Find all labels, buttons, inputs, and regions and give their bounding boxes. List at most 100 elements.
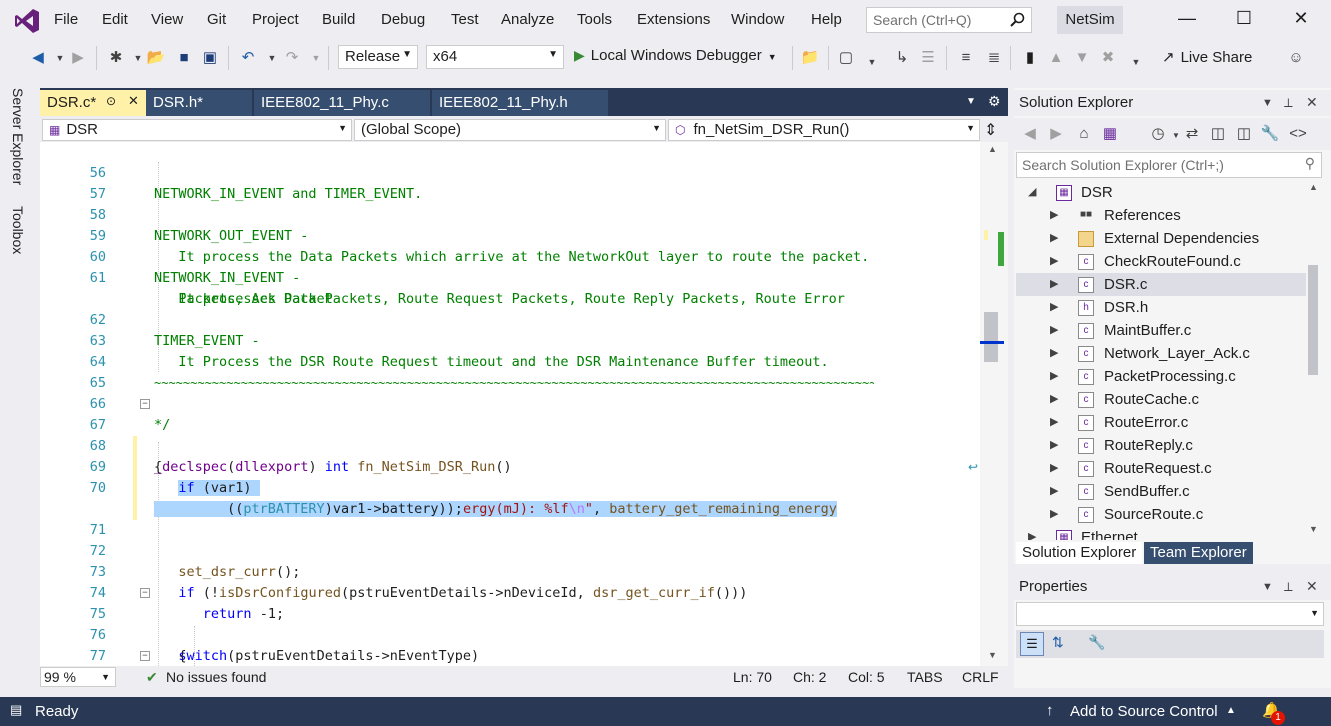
comment-lines-icon[interactable]: ≡ bbox=[956, 48, 976, 68]
save-icon[interactable]: ■ bbox=[174, 48, 194, 68]
menu-debug[interactable]: Debug bbox=[381, 11, 425, 28]
menu-file[interactable]: File bbox=[54, 11, 78, 28]
tab-dsr-h[interactable]: DSR.h* bbox=[146, 90, 252, 116]
back-icon[interactable]: ◀ bbox=[1020, 124, 1040, 144]
redo-icon[interactable]: ↷ bbox=[282, 48, 302, 68]
pin-icon[interactable]: ⟂ bbox=[1284, 579, 1293, 595]
tab-ieee-phy-c[interactable]: IEEE802_11_Phy.c bbox=[254, 90, 430, 116]
property-pages-icon[interactable]: 🔧 bbox=[1088, 634, 1105, 651]
uncomment-lines-icon[interactable]: ≣ bbox=[984, 48, 1004, 68]
chevron-right-icon[interactable]: ▶ bbox=[1050, 342, 1058, 365]
align-icon[interactable]: ☰ bbox=[918, 48, 938, 68]
menu-edit[interactable]: Edit bbox=[102, 11, 128, 28]
categorized-icon[interactable]: ☰ bbox=[1020, 632, 1044, 656]
forward-icon[interactable]: ▶ bbox=[1046, 124, 1066, 144]
tab-team-explorer[interactable]: Team Explorer bbox=[1144, 542, 1253, 564]
issues-status[interactable]: No issues found bbox=[166, 669, 266, 685]
solution-name-badge[interactable]: NetSim bbox=[1057, 6, 1123, 34]
alphabetical-icon[interactable]: ⇅ bbox=[1052, 634, 1064, 651]
chevron-right-icon[interactable]: ▶ bbox=[1050, 296, 1058, 319]
tree-item[interactable]: ▶ c RouteCache.c bbox=[1016, 388, 1306, 411]
close-icon[interactable]: ✕ bbox=[1306, 578, 1318, 595]
chevron-right-icon[interactable]: ▶ bbox=[1050, 503, 1058, 526]
toolbox-tab[interactable]: Toolbox bbox=[10, 206, 26, 254]
code-editor[interactable]: 56 NETWORK_IN_EVENT and TIMER_EVENT. 57 … bbox=[40, 142, 980, 666]
chevron-right-icon[interactable]: ▶ bbox=[1050, 319, 1058, 342]
toolbar-overflow-icon[interactable]: ▼ bbox=[1126, 52, 1146, 72]
menu-window[interactable]: Window bbox=[731, 11, 784, 28]
live-share-button[interactable]: ↗ Live Share bbox=[1162, 48, 1252, 66]
line-ending[interactable]: CRLF bbox=[962, 669, 999, 685]
collapse-icon[interactable]: − bbox=[140, 651, 150, 661]
scrollbar-thumb[interactable] bbox=[1308, 265, 1318, 375]
forward-icon[interactable]: ▶ bbox=[68, 48, 88, 68]
new-project-icon[interactable]: ✱ bbox=[106, 48, 126, 68]
configuration-dropdown[interactable]: Release ▼ bbox=[338, 45, 418, 69]
split-window-icon[interactable]: ⇕ bbox=[984, 120, 997, 140]
menu-tools[interactable]: Tools bbox=[577, 11, 612, 28]
member-dropdown[interactable]: ⬡ fn_NetSim_DSR_Run() ▼ bbox=[668, 119, 980, 141]
properties-object-dropdown[interactable]: ▼ bbox=[1016, 602, 1324, 626]
minimize-icon[interactable]: — bbox=[1172, 8, 1202, 32]
tree-item-project[interactable]: ▶ ▦ Ethernet bbox=[1016, 526, 1306, 540]
show-all-files-icon[interactable]: ◫ bbox=[1234, 124, 1254, 144]
panel-menu-icon[interactable]: ▼ bbox=[1262, 581, 1273, 593]
menu-git[interactable]: Git bbox=[207, 11, 226, 28]
expanded-icon[interactable]: ◢ bbox=[1028, 181, 1036, 204]
sync-icon[interactable]: ⇄ bbox=[1182, 124, 1202, 144]
tree-item-selected[interactable]: ▶ c DSR.c bbox=[1016, 273, 1306, 296]
indent-mode[interactable]: TABS bbox=[907, 669, 943, 685]
chevron-right-icon[interactable]: ▶ bbox=[1050, 457, 1058, 480]
tab-ieee-phy-h[interactable]: IEEE802_11_Phy.h bbox=[432, 90, 608, 116]
chevron-right-icon[interactable]: ▶ bbox=[1050, 227, 1058, 250]
collapse-all-icon[interactable]: ◫ bbox=[1208, 124, 1228, 144]
feedback-icon[interactable]: ☺ bbox=[1286, 48, 1306, 68]
home-icon[interactable]: ⌂ bbox=[1074, 124, 1094, 144]
tree-item[interactable]: ▶ External Dependencies bbox=[1016, 227, 1306, 250]
clear-bookmarks-icon[interactable]: ✖ bbox=[1098, 48, 1118, 68]
open-folder-icon[interactable]: 📂 bbox=[146, 48, 166, 68]
collapse-icon[interactable]: − bbox=[140, 399, 150, 409]
scroll-up-icon[interactable]: ▲ bbox=[1309, 182, 1318, 192]
tree-item[interactable]: ▶ ■■ References bbox=[1016, 204, 1306, 227]
tree-item[interactable]: ▶ h DSR.h bbox=[1016, 296, 1306, 319]
scroll-up-icon[interactable]: ▲ bbox=[988, 144, 997, 154]
undo-dropdown-icon[interactable]: ▼ bbox=[262, 48, 282, 68]
back-dropdown-icon[interactable]: ▼ bbox=[50, 48, 70, 68]
pin-icon[interactable]: ⟂ bbox=[1284, 95, 1293, 111]
chevron-right-icon[interactable]: ▶ bbox=[1050, 480, 1058, 503]
scrollbar-thumb[interactable] bbox=[984, 312, 998, 362]
save-all-icon[interactable]: ▣ bbox=[200, 48, 220, 68]
visual-studio-logo-icon[interactable] bbox=[14, 8, 40, 34]
chevron-right-icon[interactable]: ▶ bbox=[1050, 250, 1058, 273]
chevron-right-icon[interactable]: ▶ bbox=[1050, 411, 1058, 434]
chevron-right-icon[interactable]: ▶ bbox=[1050, 388, 1058, 411]
panel-menu-icon[interactable]: ▼ bbox=[1262, 97, 1273, 109]
menu-analyze[interactable]: Analyze bbox=[501, 11, 554, 28]
pin-icon[interactable]: ⊙ bbox=[106, 94, 116, 108]
tree-item[interactable]: ▶ c RouteReply.c bbox=[1016, 434, 1306, 457]
bookmark-icon[interactable]: ▮ bbox=[1020, 48, 1040, 68]
chevron-right-icon[interactable]: ▶ bbox=[1050, 204, 1058, 227]
start-debugging-button[interactable]: ▶ Local Windows Debugger ▼ bbox=[574, 47, 777, 64]
maximize-icon[interactable]: ☐ bbox=[1229, 8, 1259, 32]
tree-item[interactable]: ▶ c RouteRequest.c bbox=[1016, 457, 1306, 480]
menu-help[interactable]: Help bbox=[811, 11, 842, 28]
tree-item[interactable]: ▶ c MaintBuffer.c bbox=[1016, 319, 1306, 342]
tab-dsr-c[interactable]: DSR.c* ⊙ ✕ bbox=[40, 90, 146, 116]
step-icon[interactable]: ↳ bbox=[892, 48, 912, 68]
close-icon[interactable]: ✕ bbox=[1306, 94, 1318, 111]
properties-icon[interactable]: 🔧 bbox=[1260, 124, 1280, 144]
tree-item[interactable]: ▶ c SourceRoute.c bbox=[1016, 503, 1306, 526]
browser-link-icon[interactable]: ▢ bbox=[836, 48, 856, 68]
settings-gear-icon[interactable]: ⚙ bbox=[988, 93, 1001, 110]
tree-item[interactable]: ▶ c CheckRouteFound.c bbox=[1016, 250, 1306, 273]
scope-dropdown[interactable]: (Global Scope) ▼ bbox=[354, 119, 666, 141]
prev-bookmark-icon[interactable]: ▲ bbox=[1046, 48, 1066, 68]
platform-dropdown[interactable]: x64 ▼ bbox=[426, 45, 564, 69]
tree-item[interactable]: ▶ c RouteError.c bbox=[1016, 411, 1306, 434]
menu-project[interactable]: Project bbox=[252, 11, 299, 28]
tree-item[interactable]: ▶ c SendBuffer.c bbox=[1016, 480, 1306, 503]
chevron-right-icon[interactable]: ▶ bbox=[1050, 273, 1058, 296]
solution-search-input[interactable]: Search Solution Explorer (Ctrl+;) ⚲ bbox=[1016, 152, 1322, 178]
